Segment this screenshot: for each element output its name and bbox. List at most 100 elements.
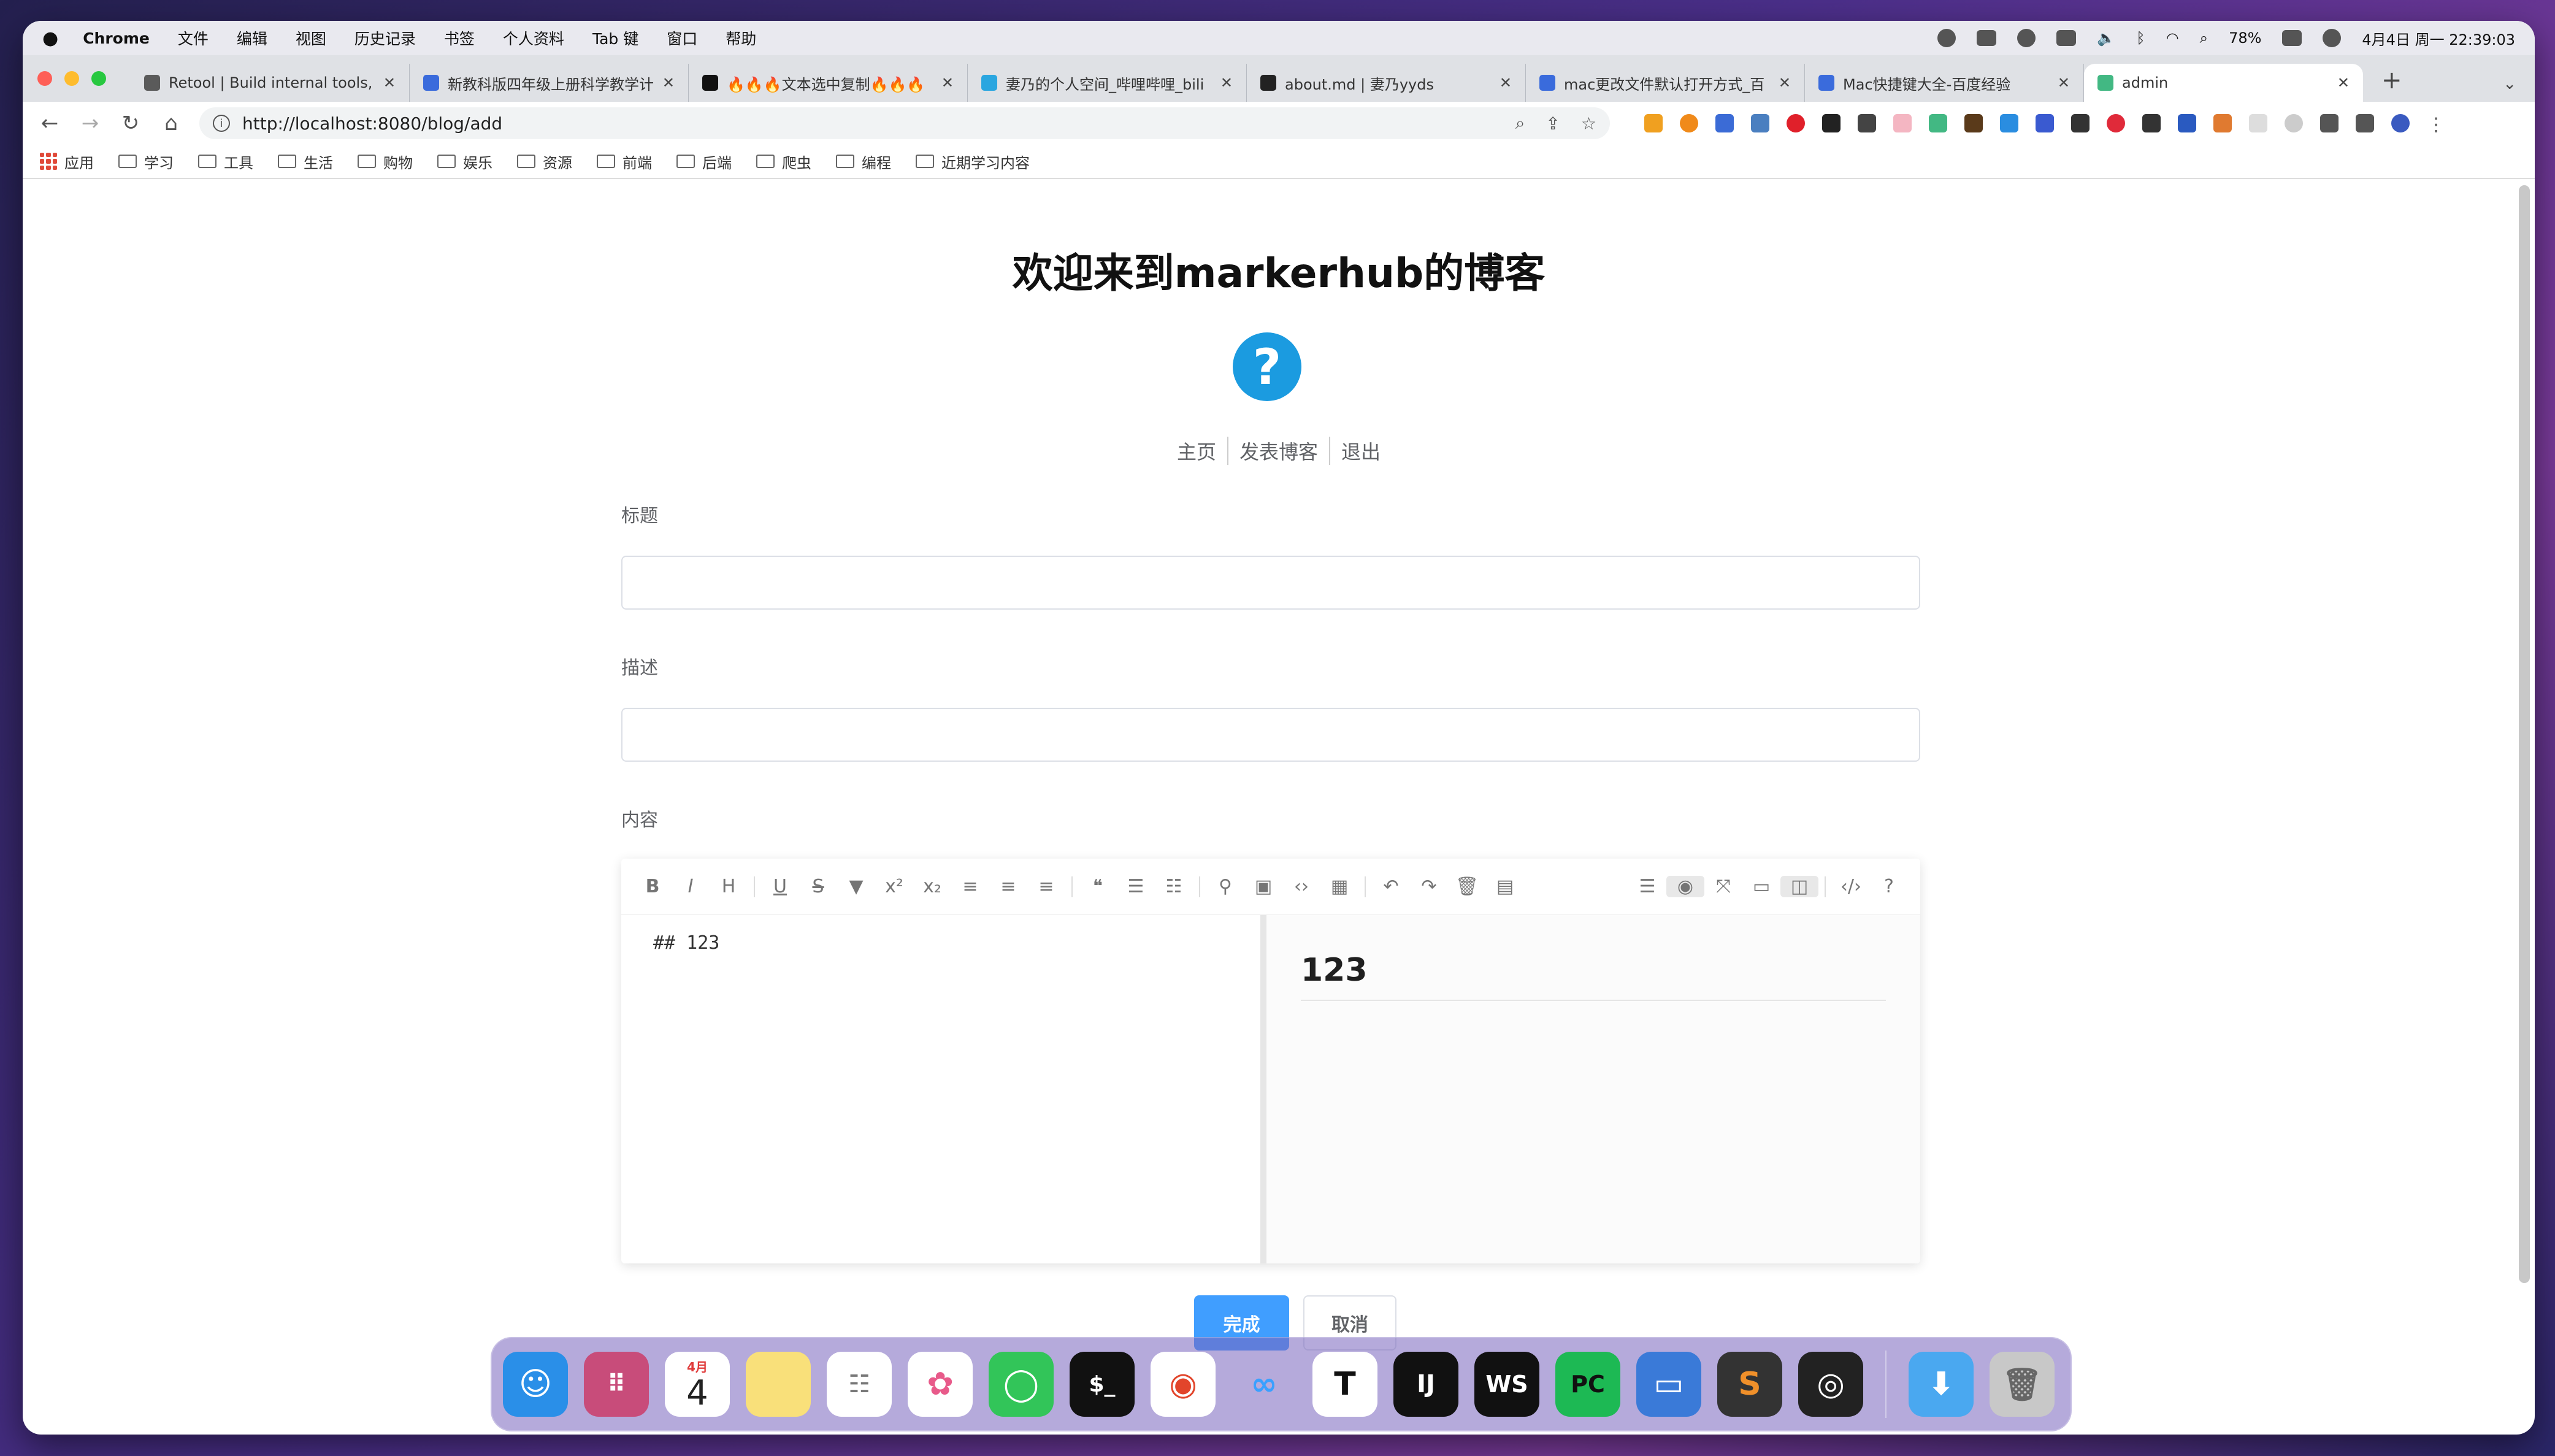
undo-icon[interactable]: ↶ (1372, 876, 1410, 897)
calendar-icon[interactable]: 4月 4 (665, 1352, 730, 1417)
extension-badge-icon[interactable] (1822, 114, 1841, 132)
extension-download-icon[interactable] (1644, 114, 1663, 132)
pycharm-icon[interactable]: PC (1555, 1352, 1620, 1417)
italic-icon[interactable]: I (672, 876, 710, 897)
page-scrollbar[interactable] (2519, 185, 2530, 1283)
tab-search-chevron-icon[interactable]: ⌄ (2503, 75, 2516, 93)
reload-icon[interactable]: ↻ (118, 111, 143, 136)
heading-icon[interactable]: H (710, 876, 748, 897)
photos-icon[interactable]: ✿ (908, 1352, 973, 1417)
code-icon[interactable]: ‹› (1282, 876, 1320, 897)
extension-cat-icon[interactable] (1893, 114, 1912, 132)
back-arrow-icon[interactable]: ← (37, 111, 62, 136)
bookmark-folder-backend[interactable]: 后端 (676, 151, 732, 172)
preview-eye-icon[interactable]: ◉ (1666, 876, 1704, 897)
intellij-idea-icon[interactable]: IJ (1393, 1352, 1458, 1417)
browser-tab[interactable]: Mac快捷键大全-百度经验 ✕ (1805, 64, 2084, 102)
new-tab-button[interactable]: + (2381, 66, 2402, 94)
terminal-icon[interactable]: $_ (1070, 1352, 1135, 1417)
align-center-icon[interactable]: ≡ (989, 876, 1027, 897)
battery-percent[interactable]: 78% (2229, 29, 2261, 47)
browser-tab[interactable]: mac更改文件默认打开方式_百 ✕ (1526, 64, 1805, 102)
siri-icon[interactable] (2323, 29, 2342, 47)
extension-brown-icon[interactable] (1964, 114, 1983, 132)
extension-opera-icon[interactable] (1787, 114, 1805, 132)
bookmark-apps[interactable]: 应用 (40, 151, 94, 172)
wifi-icon[interactable]: ◠ (2166, 29, 2179, 47)
control-center-icon[interactable] (2282, 30, 2302, 46)
extension-m-icon[interactable] (2178, 114, 2196, 132)
bookmark-star-icon[interactable]: ☆ (1581, 113, 1596, 134)
extension-dark-icon[interactable] (2142, 114, 2161, 132)
bookmark-folder-entertainment[interactable]: 娱乐 (437, 151, 492, 172)
save-icon[interactable]: ▤ (1486, 876, 1524, 897)
navigation-icon[interactable]: ☰ (1628, 876, 1666, 897)
browser-tab[interactable]: 妻乃的个人空间_哔哩哔哩_bili ✕ (968, 64, 1247, 102)
strikethrough-icon[interactable]: S (799, 876, 837, 897)
side-panel-icon[interactable] (2356, 114, 2374, 132)
extension-se-icon[interactable] (2071, 114, 2090, 132)
browser-tab[interactable]: admin ✕ (2084, 64, 2363, 102)
menu-bookmarks[interactable]: 书签 (444, 27, 475, 49)
obs-icon[interactable]: ◎ (1798, 1352, 1863, 1417)
status-clipboard-icon[interactable] (2056, 30, 2077, 46)
extension-cookie-icon[interactable] (2213, 114, 2232, 132)
title-input[interactable] (621, 556, 1920, 610)
ordered-list-icon[interactable]: ☰ (1117, 876, 1155, 897)
bookmark-folder-recent[interactable]: 近期学习内容 (916, 151, 1030, 172)
sublime-text-icon[interactable]: S (1717, 1352, 1782, 1417)
nav-post-blog-link[interactable]: 发表博客 (1228, 437, 1330, 465)
extension-x-icon[interactable] (1858, 114, 1876, 132)
bookmark-folder-tools[interactable]: 工具 (198, 151, 253, 172)
close-window-button[interactable] (37, 71, 52, 86)
remote-desktop-icon[interactable]: ▭ (1636, 1352, 1701, 1417)
bookmark-folder-shopping[interactable]: 购物 (358, 151, 413, 172)
menu-help[interactable]: 帮助 (726, 27, 756, 49)
bookmark-folder-frontend[interactable]: 前端 (597, 151, 652, 172)
browser-tab[interactable]: 新教科版四年级上册科学教学计 ✕ (410, 64, 689, 102)
webstorm-icon[interactable]: WS (1474, 1352, 1539, 1417)
vscode-like-icon[interactable]: ∞ (1232, 1352, 1297, 1417)
extension-vue-devtools-icon[interactable] (1929, 114, 1947, 132)
bookmark-folder-life[interactable]: 生活 (278, 151, 333, 172)
trash-icon[interactable]: 🗑 (1990, 1352, 2055, 1417)
browser-tab[interactable]: 🔥🔥🔥文本选中复制🔥🔥🔥 ✕ (689, 64, 968, 102)
reminders-icon[interactable]: ☷ (827, 1352, 892, 1417)
tab-close-icon[interactable]: ✕ (1220, 74, 1233, 91)
extension-red-icon[interactable] (2107, 114, 2125, 132)
tab-close-icon[interactable]: ✕ (662, 74, 675, 91)
nav-home-link[interactable]: 主页 (1166, 437, 1228, 465)
more-menu-icon[interactable]: ⋮ (2427, 114, 2445, 136)
underline-icon[interactable]: U (761, 876, 799, 897)
tab-close-icon[interactable]: ✕ (2058, 74, 2070, 91)
tab-close-icon[interactable]: ✕ (1779, 74, 1791, 91)
unordered-list-icon[interactable]: ☷ (1155, 876, 1193, 897)
markdown-source-textarea[interactable]: ## 123 (621, 915, 1266, 1263)
status-keyboard-icon[interactable] (1977, 30, 1997, 46)
messages-icon[interactable]: ◯ (989, 1352, 1054, 1417)
menu-app-name[interactable]: Chrome (83, 29, 150, 47)
align-left-icon[interactable]: ≡ (951, 876, 989, 897)
bookmark-folder-programming[interactable]: 编程 (836, 151, 891, 172)
link-icon[interactable]: ⚲ (1206, 876, 1244, 897)
description-input[interactable] (621, 708, 1920, 762)
bluetooth-icon[interactable]: ᛒ (2136, 29, 2145, 47)
url-text[interactable]: http://localhost:8080/blog/add (242, 113, 502, 134)
status-vpn-icon[interactable] (2017, 29, 2036, 47)
minimize-window-button[interactable] (64, 71, 79, 86)
forward-arrow-icon[interactable]: → (78, 111, 102, 136)
status-app-icon[interactable] (1937, 29, 1956, 47)
html-code-icon[interactable]: ‹/› (1832, 876, 1870, 897)
align-right-icon[interactable]: ≡ (1027, 876, 1065, 897)
image-icon[interactable]: ▣ (1244, 876, 1282, 897)
bookmark-folder-crawler[interactable]: 爬虫 (756, 151, 811, 172)
launchpad-icon[interactable]: ⠿ (584, 1352, 649, 1417)
chrome-icon[interactable]: ◉ (1151, 1352, 1216, 1417)
menu-window[interactable]: 窗口 (667, 27, 697, 49)
extension-grey-icon[interactable] (2249, 114, 2267, 132)
extension-orange-icon[interactable] (1680, 114, 1698, 132)
split-view-icon[interactable]: ◫ (1780, 876, 1818, 897)
menu-profiles[interactable]: 个人资料 (503, 27, 564, 49)
extension-translate-icon[interactable] (1715, 114, 1734, 132)
subscript-icon[interactable]: x₂ (913, 876, 951, 897)
